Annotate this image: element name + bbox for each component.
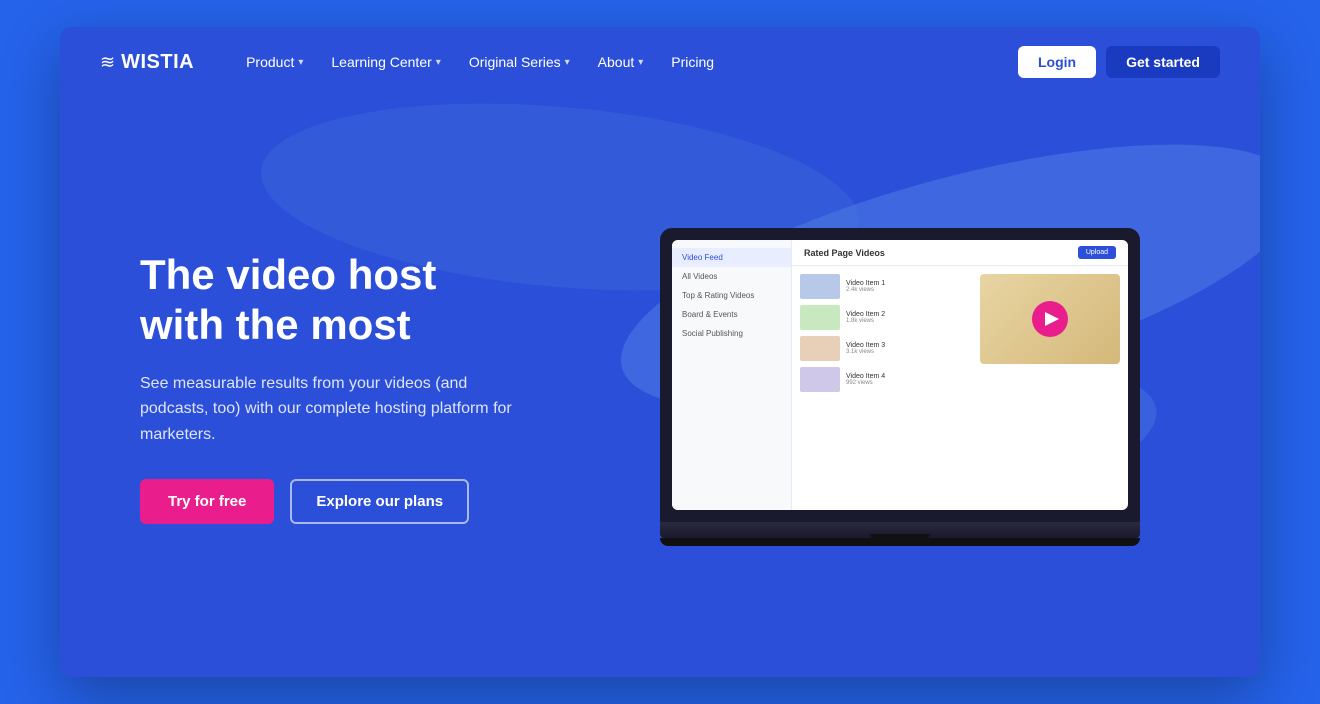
video-info: Video Item 1 2.4k views (846, 280, 972, 293)
nav-actions: Login Get started (1018, 46, 1220, 78)
video-thumbnail (800, 336, 840, 361)
nav-item-product[interactable]: Product ▾ (234, 48, 315, 76)
chevron-down-icon: ▾ (565, 57, 570, 68)
get-started-button[interactable]: Get started (1106, 46, 1220, 78)
screen-sidebar: Video Feed All Videos Top & Rating Video… (672, 240, 792, 510)
chevron-down-icon: ▾ (638, 57, 643, 68)
logo[interactable]: ≋ WISTIA (100, 51, 194, 74)
video-list-item: Video Item 2 1.8k views (800, 305, 972, 330)
preview-video (980, 274, 1120, 364)
logo-icon: ≋ (100, 52, 115, 73)
sidebar-item-video-feed: Video Feed (672, 248, 791, 267)
nav-item-learning-center[interactable]: Learning Center ▾ (319, 48, 452, 76)
screen-topbar: Rated Page Videos Upload (792, 240, 1128, 266)
video-meta: 1.8k views (846, 318, 972, 324)
login-button[interactable]: Login (1018, 46, 1096, 78)
video-list-item: Video Item 3 3.1k views (800, 336, 972, 361)
video-thumbnail (800, 367, 840, 392)
hero-section: The video host with the most See measura… (60, 97, 1260, 677)
video-meta: 992 views (846, 380, 972, 386)
video-meta: 3.1k views (846, 349, 972, 355)
sidebar-item-social: Social Publishing (672, 324, 791, 343)
laptop-body: Video Feed All Videos Top & Rating Video… (660, 228, 1140, 522)
screen-upload-button: Upload (1078, 246, 1116, 259)
video-thumbnail (800, 305, 840, 330)
hero-content: The video host with the most See measura… (140, 250, 520, 525)
screen-preview-panel (980, 274, 1120, 502)
logo-text: WISTIA (121, 51, 194, 74)
screen-content: Video Feed All Videos Top & Rating Video… (672, 240, 1128, 510)
navbar: ≋ WISTIA Product ▾ Learning Center ▾ Ori… (60, 27, 1260, 97)
video-meta: 2.4k views (846, 287, 972, 293)
laptop-base (660, 522, 1140, 538)
sidebar-item-board-events: Board & Events (672, 305, 791, 324)
video-thumbnail (800, 274, 840, 299)
video-list-item: Video Item 4 992 views (800, 367, 972, 392)
play-icon (1045, 312, 1059, 326)
laptop-stand (660, 538, 1140, 546)
video-info: Video Item 4 992 views (846, 373, 972, 386)
video-info: Video Item 3 3.1k views (846, 342, 972, 355)
screen-topbar-title: Rated Page Videos (804, 248, 885, 258)
video-title: Video Item 2 (846, 311, 972, 318)
video-info: Video Item 2 1.8k views (846, 311, 972, 324)
video-list-item: Video Item 1 2.4k views (800, 274, 972, 299)
video-title: Video Item 4 (846, 373, 972, 380)
hero-visual: Video Feed All Videos Top & Rating Video… (580, 228, 1220, 546)
hero-subtitle: See measurable results from your videos … (140, 371, 520, 448)
video-title: Video Item 1 (846, 280, 972, 287)
sidebar-item-top-rating: Top & Rating Videos (672, 286, 791, 305)
chevron-down-icon: ▾ (436, 57, 441, 68)
video-title: Video Item 3 (846, 342, 972, 349)
laptop-mockup: Video Feed All Videos Top & Rating Video… (660, 228, 1140, 546)
sidebar-item-all-videos: All Videos (672, 267, 791, 286)
screen-main: Rated Page Videos Upload Video Item 1 (792, 240, 1128, 510)
nav-item-about[interactable]: About ▾ (586, 48, 656, 76)
hero-buttons: Try for free Explore our plans (140, 479, 520, 524)
laptop-screen: Video Feed All Videos Top & Rating Video… (672, 240, 1128, 510)
explore-plans-button[interactable]: Explore our plans (290, 479, 469, 524)
chevron-down-icon: ▾ (298, 57, 303, 68)
try-free-button[interactable]: Try for free (140, 479, 274, 524)
nav-links: Product ▾ Learning Center ▾ Original Ser… (234, 48, 1018, 76)
screen-video-list: Video Item 1 2.4k views Video Item 2 (800, 274, 972, 502)
play-button[interactable] (1032, 301, 1068, 337)
nav-item-original-series[interactable]: Original Series ▾ (457, 48, 582, 76)
browser-window: ≋ WISTIA Product ▾ Learning Center ▾ Ori… (60, 27, 1260, 677)
screen-content-area: Video Item 1 2.4k views Video Item 2 (792, 266, 1128, 510)
nav-item-pricing[interactable]: Pricing (659, 48, 726, 76)
hero-title: The video host with the most (140, 250, 520, 351)
